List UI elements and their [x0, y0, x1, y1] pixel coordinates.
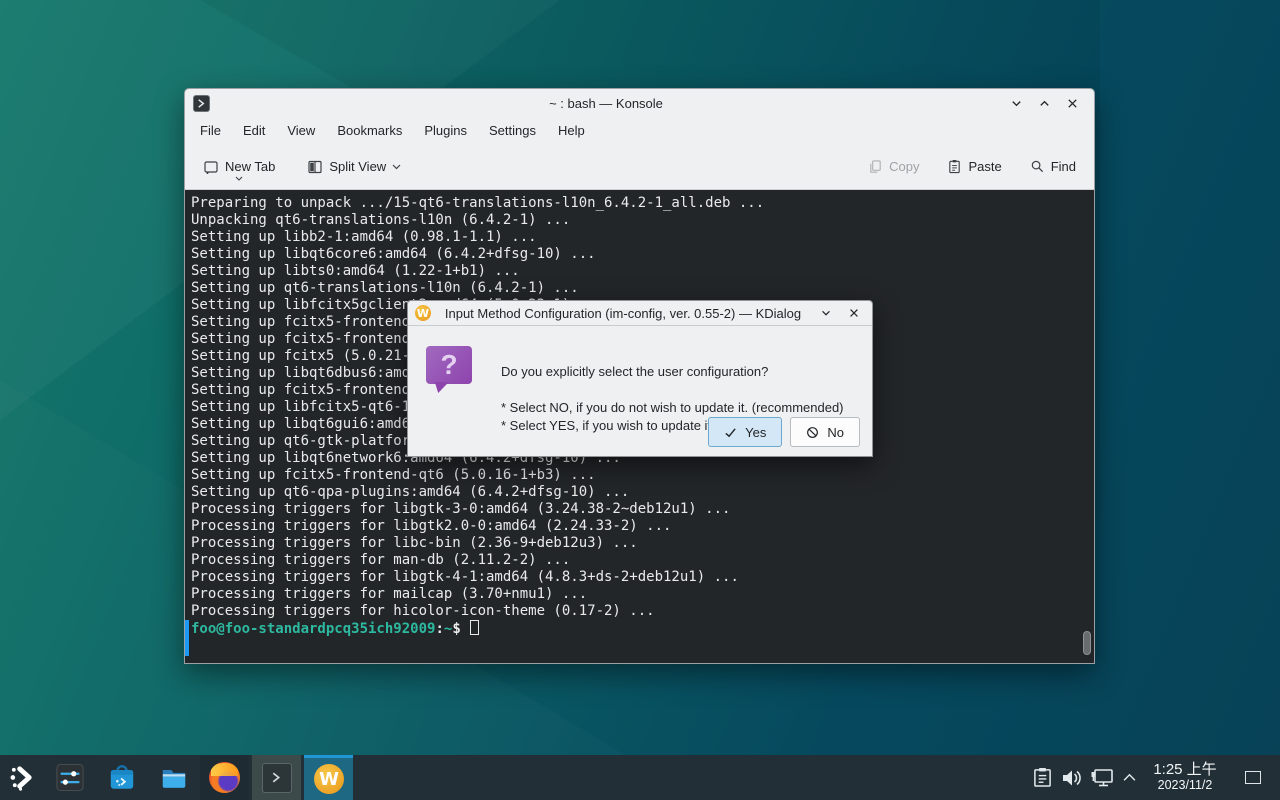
taskbar-task-kdialog-active[interactable]: W [304, 755, 353, 800]
scrollbar-handle[interactable] [1083, 631, 1091, 655]
discover-button[interactable] [108, 755, 136, 800]
digital-clock[interactable]: 1:25 上午 2023/11/2 [1142, 755, 1228, 800]
terminal-line: Processing triggers for hicolor-icon-the… [191, 603, 1094, 620]
kdialog-more-button[interactable] [815, 303, 837, 323]
menu-item[interactable]: Edit [232, 118, 276, 144]
dialog-button-row: Yes No [708, 417, 860, 447]
question-bubble: ? [426, 346, 472, 384]
system-settings-icon [56, 763, 84, 792]
terminal-cursor [470, 620, 479, 635]
deny-icon [806, 426, 819, 439]
menu-item[interactable]: Bookmarks [326, 118, 413, 144]
terminal-line: Preparing to unpack .../15-qt6-translati… [191, 195, 1094, 212]
im-config-app-icon: W [415, 305, 431, 321]
paste-label: Paste [968, 159, 1001, 174]
minimize-button[interactable] [1002, 93, 1030, 115]
question-bubble-tail [431, 382, 449, 393]
prompt-user-host: foo@foo-standardpcq35ich92009 [191, 621, 435, 637]
im-config-w-icon: W [314, 764, 344, 794]
clipboard-tray-icon[interactable] [1030, 755, 1054, 800]
split-view-label: Split View [329, 159, 386, 174]
question-icon: ? [426, 346, 472, 390]
dialog-option-no-text: * Select NO, if you do not wish to updat… [501, 400, 844, 415]
kdialog-titlebar[interactable]: W Input Method Configuration (im-config,… [408, 301, 872, 326]
close-button[interactable] [1058, 93, 1086, 115]
paste-button[interactable]: Paste [939, 153, 1009, 180]
taskbar-task-firefox[interactable] [200, 755, 249, 800]
taskbar-task-konsole[interactable] [252, 755, 301, 800]
new-tab-label: New Tab [225, 159, 275, 174]
show-desktop-icon [1245, 771, 1261, 784]
prompt-colon: : [435, 621, 443, 637]
yes-button[interactable]: Yes [708, 417, 782, 447]
menu-item[interactable]: Plugins [413, 118, 478, 144]
svg-text:W: W [319, 769, 339, 790]
dolphin-file-manager-button[interactable] [160, 755, 188, 800]
titlebar[interactable]: ~ : bash — Konsole [185, 89, 1094, 118]
terminal-line: Setting up libb2-1:amd64 (0.98.1-1.1) ..… [191, 229, 1094, 246]
menubar: FileEditViewBookmarksPluginsSettingsHelp [185, 118, 1094, 144]
split-view-button[interactable]: Split View [299, 153, 409, 181]
copy-label: Copy [889, 159, 919, 174]
terminal-line: Setting up qt6-translations-l10n (6.4.2-… [191, 280, 1094, 297]
yes-button-label: Yes [745, 425, 766, 440]
dialog-option-yes-text: * Select YES, if you wish to update it. [501, 418, 715, 433]
terminal-line: Processing triggers for man-db (2.11.2-2… [191, 552, 1094, 569]
toolbar: New Tab Split View Copy Paste F [185, 144, 1094, 190]
menu-item[interactable]: View [276, 118, 326, 144]
system-settings-button[interactable] [56, 755, 84, 800]
desktop: ~ : bash — Konsole FileEditViewBookmarks… [0, 0, 1280, 800]
terminal-scrollbar[interactable] [1082, 190, 1093, 663]
split-view-dropdown-icon [392, 164, 401, 170]
menu-item[interactable]: Help [547, 118, 596, 144]
terminal-line: Processing triggers for libgtk2.0-0:amd6… [191, 518, 1094, 535]
prompt-dollar: $ [452, 621, 460, 637]
no-button[interactable]: No [790, 417, 860, 447]
network-tray-icon[interactable] [1088, 755, 1116, 800]
window-title: ~ : bash — Konsole [210, 96, 1002, 111]
folder-icon [160, 763, 188, 792]
kdialog-window: W Input Method Configuration (im-config,… [407, 300, 873, 457]
konsole-app-icon [193, 95, 210, 112]
app-launcher-button[interactable] [8, 755, 36, 800]
kde-launcher-icon [9, 764, 36, 791]
terminal-prompt: foo@foo-standardpcq35ich92009:~$ [185, 620, 1094, 638]
kdialog-body: ? Do you explicitly select the user conf… [408, 326, 872, 457]
menu-item[interactable]: Settings [478, 118, 547, 144]
terminal-line: Processing triggers for libgtk-3-0:amd64… [191, 501, 1094, 518]
discover-icon [108, 763, 136, 792]
terminal-line: Setting up libqt6core6:amd64 (6.4.2+dfsg… [191, 246, 1094, 263]
check-icon [724, 426, 737, 439]
copy-button: Copy [860, 153, 927, 180]
clock-date: 2023/11/2 [1158, 779, 1213, 793]
terminal-line: Unpacking qt6-translations-l10n (6.4.2-1… [191, 212, 1094, 229]
konsole-icon [262, 763, 292, 793]
terminal-line: Processing triggers for libgtk-4-1:amd64… [191, 569, 1094, 586]
show-desktop-button[interactable] [1240, 755, 1266, 800]
kdialog-close-button[interactable] [843, 303, 865, 323]
terminal-line: Processing triggers for mailcap (3.70+nm… [191, 586, 1094, 603]
firefox-icon [209, 762, 240, 793]
kdialog-title: Input Method Configuration (im-config, v… [437, 306, 809, 321]
dialog-question-text: Do you explicitly select the user config… [501, 364, 768, 379]
find-label: Find [1051, 159, 1076, 174]
new-tab-menu-arrow-icon [235, 169, 243, 184]
terminal-line: Setting up fcitx5-frontend-qt6 (5.0.16-1… [191, 467, 1094, 484]
volume-tray-icon[interactable] [1058, 755, 1084, 800]
terminal-line: Setting up libts0:amd64 (1.22-1+b1) ... [191, 263, 1094, 280]
tray-expander-chevron-up-icon[interactable] [1118, 755, 1140, 800]
terminal-line: Setting up qt6-qpa-plugins:amd64 (6.4.2+… [191, 484, 1094, 501]
menu-item[interactable]: File [189, 118, 232, 144]
taskbar: W 1:25 上午 2023/11/2 [0, 755, 1280, 800]
svg-text:W: W [417, 307, 429, 320]
find-button[interactable]: Find [1022, 153, 1084, 180]
new-output-indicator [185, 620, 189, 656]
terminal-line: Processing triggers for libc-bin (2.36-9… [191, 535, 1094, 552]
clock-time: 1:25 上午 [1153, 762, 1216, 779]
maximize-button[interactable] [1030, 93, 1058, 115]
new-tab-button[interactable]: New Tab [195, 153, 283, 181]
no-button-label: No [827, 425, 844, 440]
